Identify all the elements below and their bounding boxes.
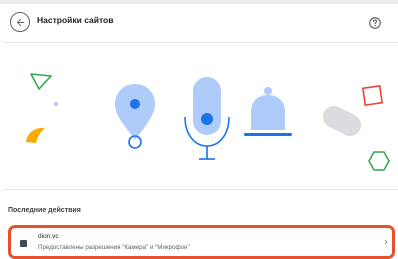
recent-activity-item[interactable]: dion.vc Предоставлены разрешения "Камера…: [8, 225, 395, 259]
microphone-icon: [184, 77, 230, 160]
page-title: Настройки сайтов: [37, 15, 114, 25]
recent-activity-heading: Последние действия: [8, 207, 81, 214]
capsule-shape: [322, 105, 362, 137]
site-settings-panel: Настройки сайтов Последние действия dion…: [4, 4, 398, 259]
hexagon-shape: [368, 151, 390, 171]
help-button[interactable]: [368, 16, 382, 30]
triangle-shape: [30, 73, 52, 90]
location-pin-icon: [115, 84, 155, 149]
permissions-illustration: [4, 43, 398, 173]
page-header: Настройки сайтов: [4, 4, 398, 42]
site-name: dion.vc: [38, 233, 59, 240]
arrow-left-icon: [16, 18, 24, 26]
bell-icon: [244, 87, 292, 136]
dot-shape: [54, 102, 58, 106]
site-favicon-icon: [20, 240, 27, 247]
section-divider: [4, 189, 398, 190]
square-shape: [361, 84, 384, 107]
help-circle-icon: [369, 17, 381, 29]
back-button[interactable]: [10, 12, 30, 32]
illustration-graphic: [26, 73, 390, 171]
chevron-right-icon: [384, 240, 388, 244]
site-permission-description: Предоставлены разрешения "Камера" и "Мик…: [38, 244, 190, 251]
crescent-shape: [26, 127, 45, 143]
